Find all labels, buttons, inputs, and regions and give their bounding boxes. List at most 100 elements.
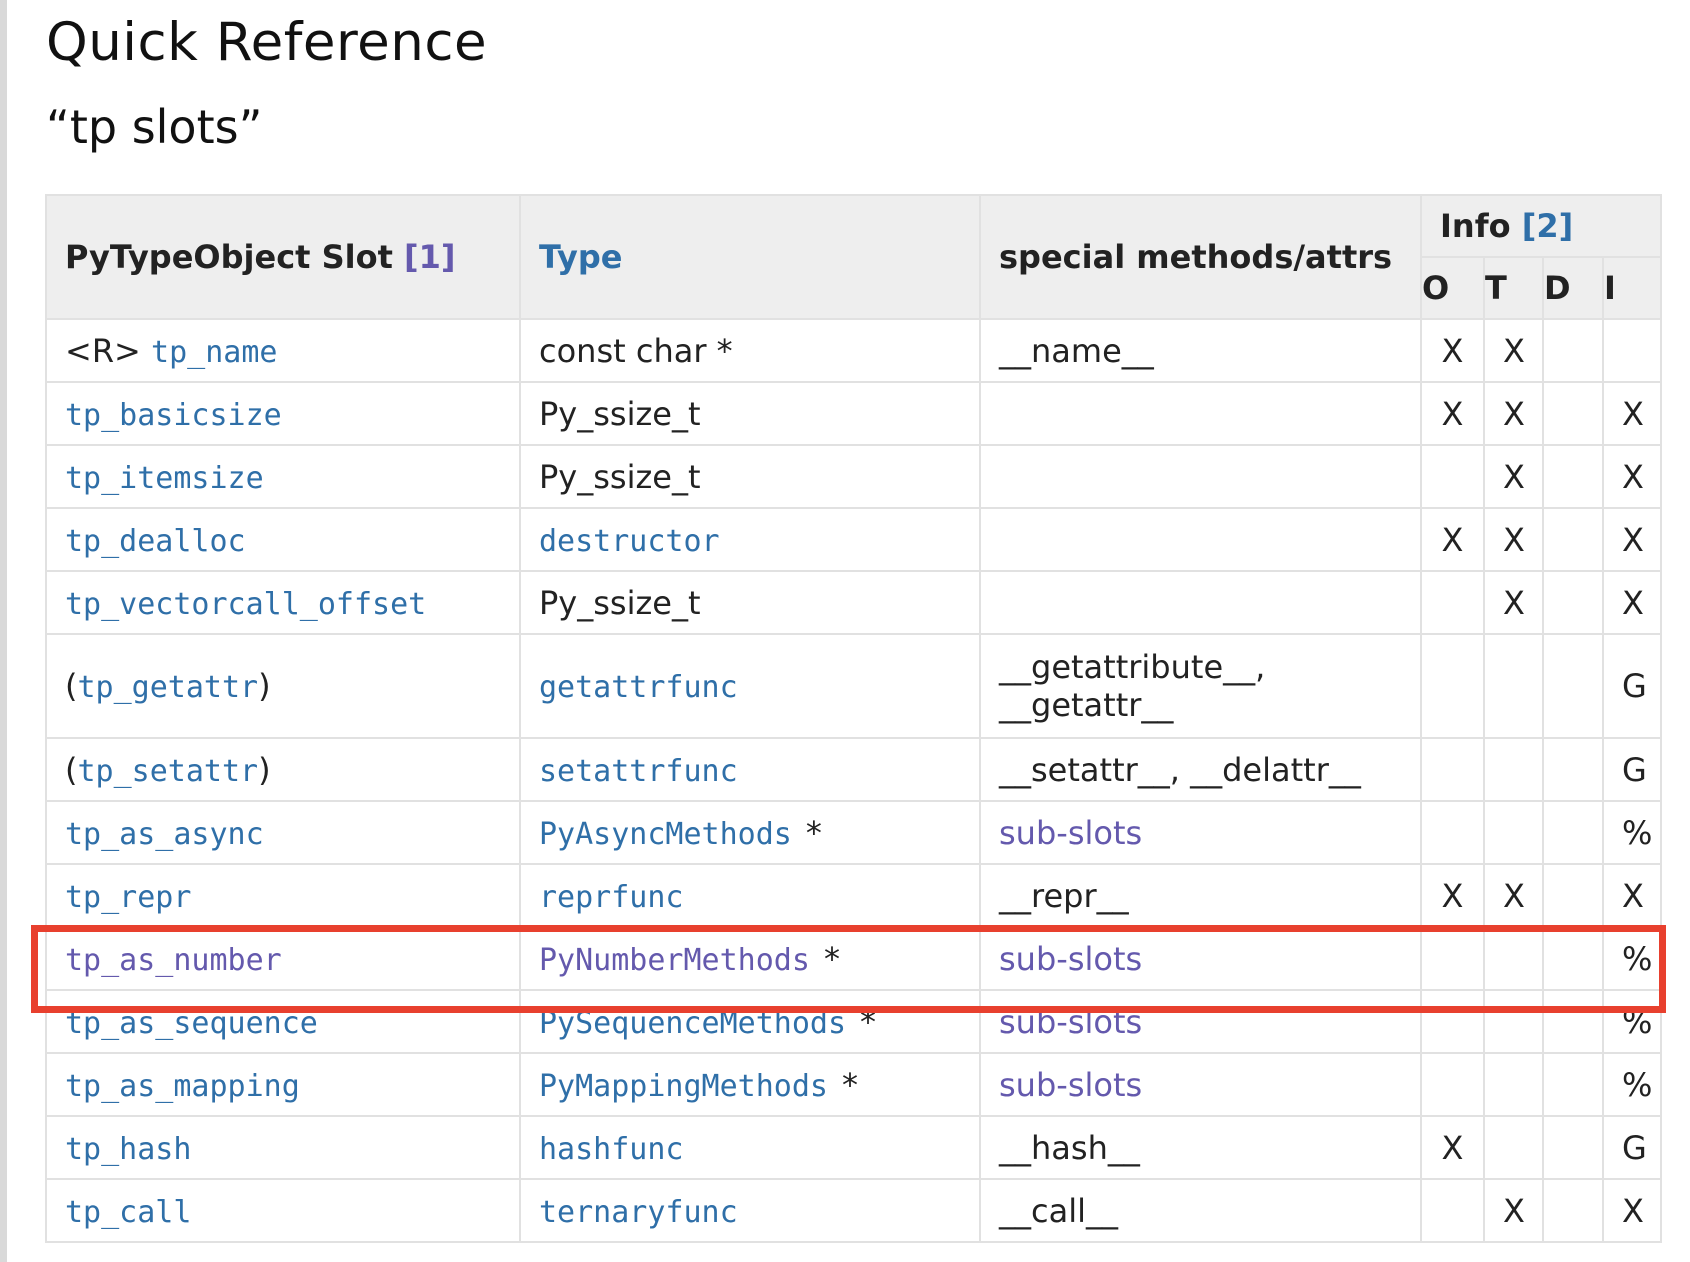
slot-cell: tp_vectorcall_offset bbox=[45, 570, 521, 635]
slot-link[interactable]: tp_basicsize bbox=[65, 398, 282, 433]
info-flag-i: X bbox=[1602, 863, 1662, 928]
info-flag-o bbox=[1420, 1052, 1485, 1117]
table-row: (tp_getattr) getattrfunc __getattribute__,… bbox=[45, 633, 1662, 739]
type-cell: ternaryfunc bbox=[519, 1178, 981, 1243]
type-cell: getattrfunc bbox=[519, 633, 981, 739]
info-flag-d bbox=[1542, 633, 1604, 739]
type-cell: PyNumberMethods * bbox=[519, 926, 981, 991]
type-header-link[interactable]: Type bbox=[539, 238, 623, 276]
info-flag-t: X bbox=[1483, 507, 1544, 572]
type-link[interactable]: setattrfunc bbox=[539, 754, 738, 789]
special-cell bbox=[979, 570, 1422, 635]
footnote-2-link[interactable]: [2] bbox=[1522, 207, 1574, 245]
info-flag-o bbox=[1420, 444, 1485, 509]
type-cell: destructor bbox=[519, 507, 981, 572]
slot-link[interactable]: tp_repr bbox=[65, 880, 191, 915]
type-link[interactable]: PyMappingMethods bbox=[539, 1069, 828, 1104]
info-flag-d bbox=[1542, 444, 1604, 509]
info-flag-o bbox=[1420, 800, 1485, 865]
info-flag-d bbox=[1542, 863, 1604, 928]
slot-prefix: ( bbox=[65, 750, 78, 789]
table-row: <R> tp_name const char * __name__ X X bbox=[45, 318, 1662, 383]
info-flag-o bbox=[1420, 1178, 1485, 1243]
info-flag-o bbox=[1420, 989, 1485, 1054]
pointer-star: * bbox=[860, 1002, 877, 1041]
slot-cell: tp_basicsize bbox=[45, 381, 521, 446]
info-flag-o: X bbox=[1420, 1115, 1485, 1180]
pointer-star: * bbox=[805, 813, 822, 852]
page-title: Quick Reference bbox=[46, 12, 488, 73]
type-link[interactable]: getattrfunc bbox=[539, 670, 738, 705]
type-link[interactable]: PyNumberMethods bbox=[539, 943, 810, 978]
info-flag-o: X bbox=[1420, 381, 1485, 446]
special-cell: __name__ bbox=[979, 318, 1422, 383]
slot-link[interactable]: tp_as_async bbox=[65, 817, 264, 852]
type-link[interactable]: reprfunc bbox=[539, 880, 684, 915]
slot-link[interactable]: tp_call bbox=[65, 1195, 191, 1230]
slot-cell: (tp_getattr) bbox=[45, 633, 521, 739]
doc-page: Quick Reference “tp slots” PyTypeObject … bbox=[0, 0, 1690, 1262]
type-cell: Py_ssize_t bbox=[519, 381, 981, 446]
sub-slots-link[interactable]: sub-slots bbox=[999, 814, 1142, 852]
info-flag-t: X bbox=[1483, 863, 1544, 928]
slot-prefix: ( bbox=[65, 667, 78, 705]
slot-link[interactable]: tp_as_number bbox=[65, 943, 282, 978]
slot-cell: tp_repr bbox=[45, 863, 521, 928]
special-cell: __hash__ bbox=[979, 1115, 1422, 1180]
sub-slots-link[interactable]: sub-slots bbox=[999, 1066, 1142, 1104]
slot-cell: <R> tp_name bbox=[45, 318, 521, 383]
slot-link[interactable]: tp_vectorcall_offset bbox=[65, 587, 426, 622]
slot-cell: (tp_setattr) bbox=[45, 737, 521, 802]
slot-link[interactable]: tp_dealloc bbox=[65, 524, 246, 559]
special-cell bbox=[979, 507, 1422, 572]
table-row: tp_as_async PyAsyncMethods * sub-slots% bbox=[45, 800, 1662, 865]
info-flag-o: X bbox=[1420, 318, 1485, 383]
sub-slots-link[interactable]: sub-slots bbox=[999, 940, 1142, 978]
special-text: __name__ bbox=[999, 331, 1154, 370]
info-flag-t bbox=[1483, 633, 1544, 739]
slot-link[interactable]: tp_setattr bbox=[77, 754, 258, 789]
special-text: __setattr__, __delattr__ bbox=[999, 750, 1361, 789]
type-link[interactable]: PyAsyncMethods bbox=[539, 817, 792, 852]
type-text: Py_ssize_t bbox=[539, 457, 701, 496]
type-link[interactable]: PySequenceMethods bbox=[539, 1006, 846, 1041]
sub-slots-link[interactable]: sub-slots bbox=[999, 1003, 1142, 1041]
info-flag-header: D bbox=[1542, 256, 1604, 320]
info-flag-i: % bbox=[1602, 926, 1662, 991]
type-link[interactable]: ternaryfunc bbox=[539, 1195, 738, 1230]
info-flag-i: G bbox=[1602, 1115, 1662, 1180]
slot-suffix: ) bbox=[258, 667, 271, 705]
info-flag-d bbox=[1542, 318, 1604, 383]
type-link[interactable]: hashfunc bbox=[539, 1132, 684, 1167]
info-flag-header: T bbox=[1483, 256, 1544, 320]
special-text: __hash__ bbox=[999, 1128, 1140, 1167]
info-flag-i: % bbox=[1602, 800, 1662, 865]
info-flag-t bbox=[1483, 800, 1544, 865]
slot-link[interactable]: tp_name bbox=[151, 335, 277, 370]
special-cell: __getattribute__, __getattr__ bbox=[979, 633, 1422, 739]
slot-link[interactable]: tp_itemsize bbox=[65, 461, 264, 496]
info-flag-i: X bbox=[1602, 381, 1662, 446]
table-row: tp_as_sequence PySequenceMethods * sub-slot… bbox=[45, 989, 1662, 1054]
info-flag-d bbox=[1542, 507, 1604, 572]
table-row: tp_vectorcall_offset Py_ssize_t X X bbox=[45, 570, 1662, 635]
slot-link[interactable]: tp_as_sequence bbox=[65, 1006, 318, 1041]
footnote-1-link[interactable]: [1] bbox=[404, 238, 456, 276]
header-slot: PyTypeObject Slot [1] bbox=[45, 194, 521, 320]
info-flag-i: X bbox=[1602, 570, 1662, 635]
slot-cell: tp_hash bbox=[45, 1115, 521, 1180]
type-cell: setattrfunc bbox=[519, 737, 981, 802]
tp-slots-table: PyTypeObject Slot [1] Type special metho… bbox=[45, 194, 1662, 1243]
slot-link[interactable]: tp_getattr bbox=[77, 670, 258, 705]
type-cell: const char * bbox=[519, 318, 981, 383]
table-row: tp_as_mapping PyMappingMethods * sub-slots% bbox=[45, 1052, 1662, 1117]
slot-link[interactable]: tp_as_mapping bbox=[65, 1069, 300, 1104]
type-cell: PyMappingMethods * bbox=[519, 1052, 981, 1117]
info-flag-i: X bbox=[1602, 507, 1662, 572]
info-flag-header: O bbox=[1420, 256, 1485, 320]
type-cell: Py_ssize_t bbox=[519, 444, 981, 509]
slot-link[interactable]: tp_hash bbox=[65, 1132, 191, 1167]
pointer-star: * bbox=[841, 1065, 858, 1104]
table-row: tp_basicsize Py_ssize_t X X X bbox=[45, 381, 1662, 446]
type-link[interactable]: destructor bbox=[539, 524, 720, 559]
